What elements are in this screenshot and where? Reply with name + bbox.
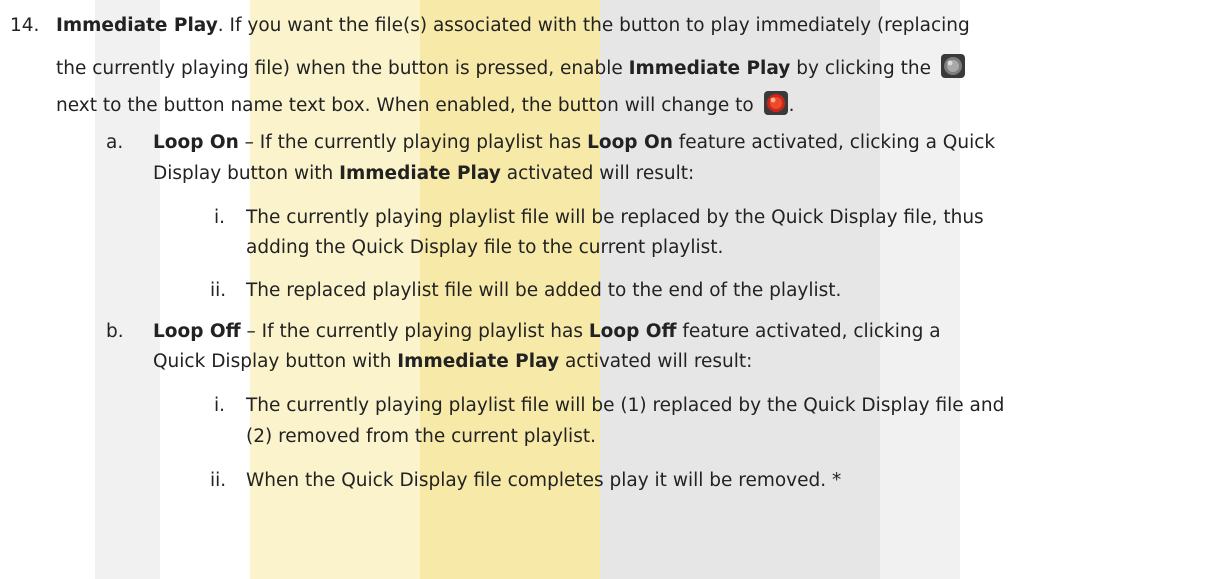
sub-item-b-term: Loop Off xyxy=(153,321,241,342)
item-14-line-1: Immediate Play. If you want the file(s) … xyxy=(56,14,970,38)
sub-item-a-line-2-term: Immediate Play xyxy=(339,163,501,184)
sub-item-a-i-line-2: adding the Quick Display file to the cur… xyxy=(246,237,724,258)
sub-item-a-marker: a. xyxy=(106,132,124,153)
sub-item-b-line-1-text-b: feature activated, clicking a xyxy=(676,321,941,342)
sub-item-b-i-line-2: (2) removed from the current playlist. xyxy=(246,426,596,447)
watermark-left-panel xyxy=(95,0,160,579)
sub-item-a-line-1-term: Loop On xyxy=(587,132,673,153)
sub-item-b-line-2: Quick Display button with Immediate Play… xyxy=(153,350,752,374)
gray-round-toggle-icon xyxy=(940,53,966,79)
red-round-toggle-icon xyxy=(763,90,789,116)
sub-item-b-ii-marker: ii. xyxy=(210,470,227,491)
sub-item-b-i-marker: i. xyxy=(214,395,226,416)
item-14-line-2-text-a: the currently playing file) when the but… xyxy=(56,58,629,79)
sub-item-a-ii-marker: ii. xyxy=(210,280,227,301)
sub-item-a-line-2-text-a: Display button with xyxy=(153,163,340,184)
sub-item-b-i-line-1: The currently playing playlist file will… xyxy=(246,395,1005,416)
sub-item-b-line-2-text-a: Quick Display button with xyxy=(153,351,398,372)
sub-item-a-line-2: Display button with Immediate Play activ… xyxy=(153,162,694,186)
sub-item-b-line-1-text-a: – If the currently playing playlist has xyxy=(240,321,589,342)
item-14-line-2: the currently playing file) when the but… xyxy=(56,53,966,81)
sub-item-a-line-1: Loop On – If the currently playing playl… xyxy=(153,131,995,155)
sub-item-a-term: Loop On xyxy=(153,132,239,153)
sub-item-b-line-1-term: Loop Off xyxy=(588,321,677,342)
sub-item-a-line-2-text-b: activated will result: xyxy=(500,163,695,184)
sub-item-a-line-1-text-b: feature activated, clicking a Quick xyxy=(672,132,996,153)
item-14-line-3-text: next to the button name text box. When e… xyxy=(56,95,754,116)
item-14-line-2-text-b: by clicking the xyxy=(790,58,932,79)
sub-item-a-line-1-text-a: – If the currently playing playlist has xyxy=(238,132,588,153)
sub-item-b-ii-line-1: When the Quick Display file completes pl… xyxy=(246,470,842,491)
item-14-line-2-term: Immediate Play xyxy=(628,58,791,79)
sub-item-b-marker: b. xyxy=(106,321,124,342)
sub-item-b-line-2-term: Immediate Play xyxy=(397,351,560,372)
sub-item-b-line-1: Loop Off – If the currently playing play… xyxy=(153,320,941,344)
sub-item-a-i-marker: i. xyxy=(214,207,226,228)
sub-item-b-line-2-text-b: activated will result: xyxy=(559,351,753,372)
watermark-gray-light xyxy=(880,0,960,579)
item-14-line-3: next to the button name text box. When e… xyxy=(56,90,795,118)
item-14-line-1-text: . If you want the file(s) associated wit… xyxy=(217,15,970,36)
sub-item-a-ii-line-1: The replaced playlist file will be added… xyxy=(246,280,842,301)
item-14-line-3-end: . xyxy=(788,95,795,116)
item-14-term: Immediate Play xyxy=(56,15,218,36)
sub-item-a-i-line-1: The currently playing playlist file will… xyxy=(246,207,984,228)
item-14-number: 14. xyxy=(10,15,40,36)
